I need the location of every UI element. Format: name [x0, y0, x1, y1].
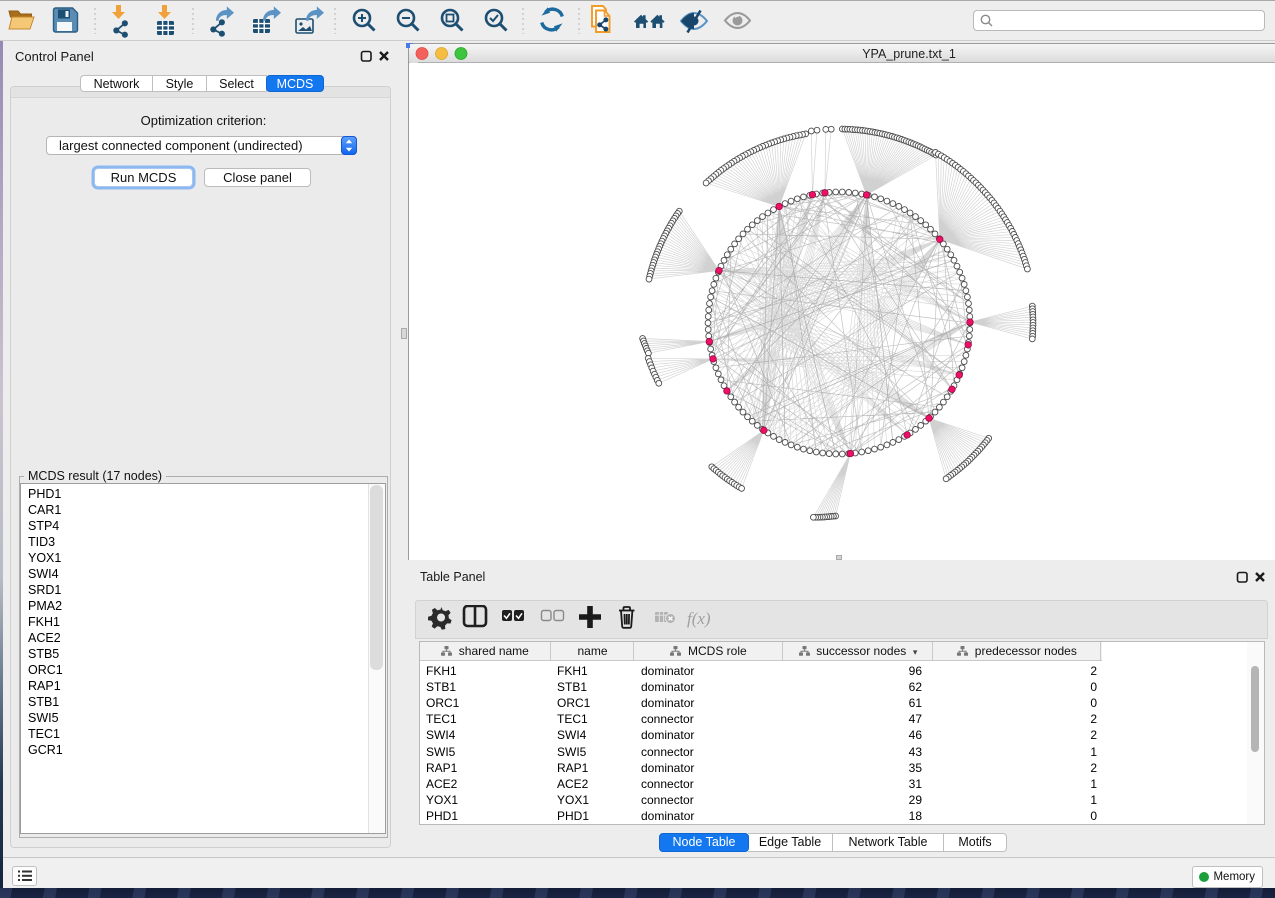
svg-text:f(x): f(x)	[687, 609, 711, 628]
